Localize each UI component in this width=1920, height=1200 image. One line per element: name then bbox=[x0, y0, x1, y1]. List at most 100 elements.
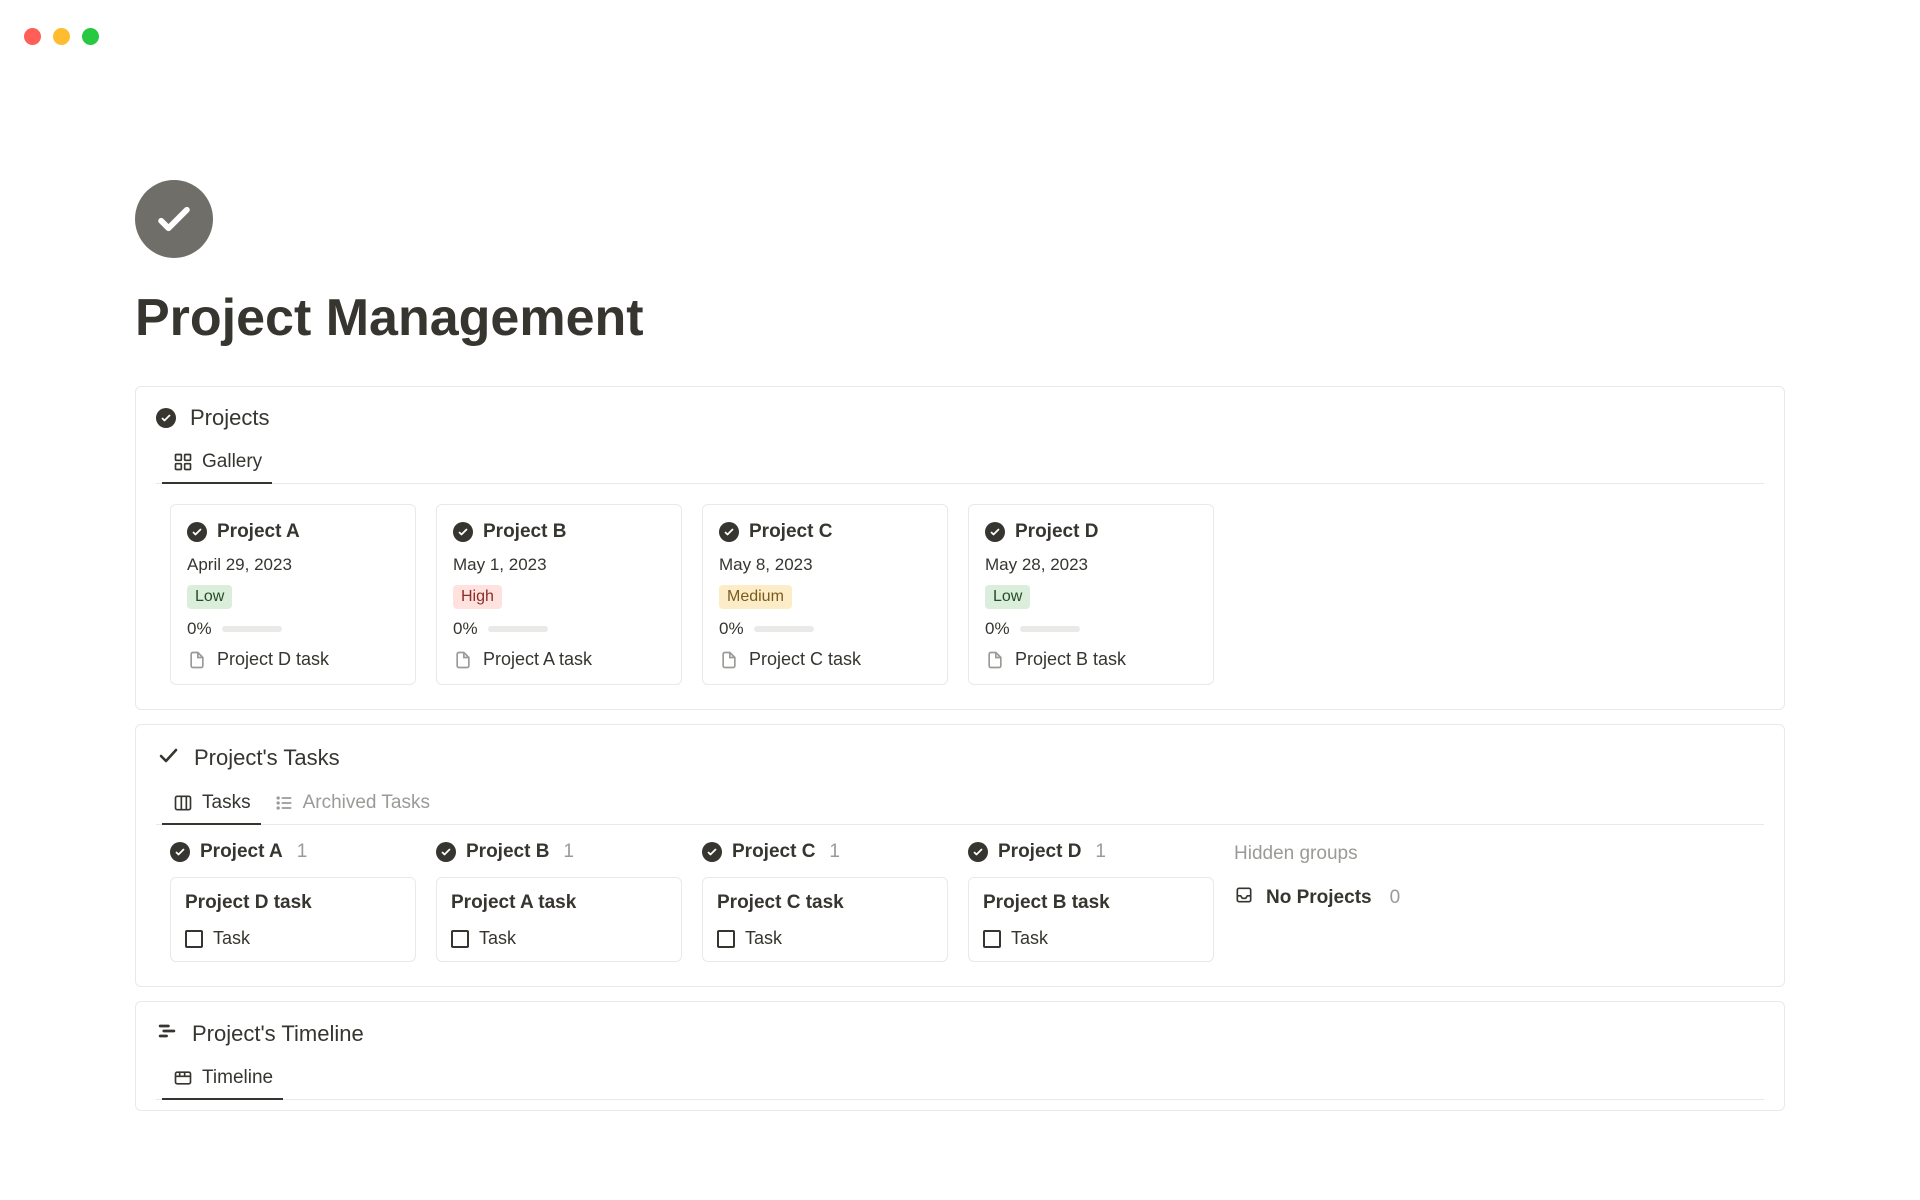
page-title[interactable]: Project Management bbox=[135, 288, 1785, 348]
check-badge-icon bbox=[170, 842, 190, 862]
column-header[interactable]: Project C1 bbox=[702, 841, 948, 863]
project-card[interactable]: Project D May 28, 2023 Low 0%Project B task bbox=[968, 504, 1214, 685]
column-title: Project A bbox=[200, 841, 283, 863]
column-count: 1 bbox=[297, 841, 308, 863]
projects-block-title[interactable]: Projects bbox=[190, 405, 269, 431]
linked-task-name: Project B task bbox=[1015, 649, 1126, 670]
column-count: 1 bbox=[829, 841, 840, 863]
linked-task-row[interactable]: Project D task bbox=[187, 649, 399, 670]
linked-task-name: Project A task bbox=[483, 649, 592, 670]
column-count: 1 bbox=[1095, 841, 1106, 863]
check-badge-icon bbox=[702, 842, 722, 862]
task-title: Project B task bbox=[983, 892, 1199, 914]
tab-archived-tasks[interactable]: Archived Tasks bbox=[271, 784, 432, 824]
column-count: 1 bbox=[563, 841, 574, 863]
priority-tag: High bbox=[453, 585, 502, 609]
tab-label: Gallery bbox=[202, 451, 262, 473]
document-icon bbox=[453, 650, 473, 670]
column-header[interactable]: Project D 1 bbox=[968, 841, 1214, 863]
checkbox-icon[interactable] bbox=[451, 930, 469, 948]
tab-label: Tasks bbox=[202, 792, 251, 814]
priority-tag: Medium bbox=[719, 585, 792, 609]
task-title: Project D task bbox=[185, 892, 401, 914]
timeline-view-icon bbox=[172, 1067, 194, 1089]
no-projects-label: No Projects bbox=[1266, 887, 1372, 909]
task-sub-label: Task bbox=[745, 928, 782, 949]
checkbox-icon[interactable] bbox=[185, 930, 203, 948]
task-sub-label: Task bbox=[1011, 928, 1048, 949]
priority-tag: Low bbox=[187, 585, 232, 609]
priority-tag: Low bbox=[985, 585, 1030, 609]
project-card[interactable]: Project C May 8, 2023 Medium 0% Project C ta… bbox=[702, 504, 948, 685]
maximize-window-dot[interactable] bbox=[82, 28, 99, 45]
tab-label: Archived Tasks bbox=[303, 792, 430, 814]
column-title: Project B bbox=[466, 841, 549, 863]
check-badge-icon bbox=[156, 408, 176, 428]
page-icon-check-badge[interactable] bbox=[135, 180, 213, 258]
tasks-block: Project's Tasks Tasks Archived Tasks Pro… bbox=[135, 724, 1785, 987]
project-card-date: April 29, 2023 bbox=[187, 555, 399, 575]
tab-timeline[interactable]: Timeline bbox=[170, 1059, 275, 1099]
project-card-date: May 8, 2023 bbox=[719, 555, 931, 575]
tasks-block-title[interactable]: Project's Tasks bbox=[194, 745, 340, 771]
task-card[interactable]: Project B task Task bbox=[968, 877, 1214, 962]
linked-task-row[interactable]: Project A task bbox=[453, 649, 665, 670]
linked-task-name: Project D task bbox=[217, 649, 329, 670]
task-sub-label: Task bbox=[479, 928, 516, 949]
progress-percent: 0% bbox=[985, 619, 1010, 639]
minimize-window-dot[interactable] bbox=[53, 28, 70, 45]
timeline-block: Project's Timeline Timeline bbox=[135, 1001, 1785, 1111]
checkbox-icon[interactable] bbox=[983, 930, 1001, 948]
board-column: Project B 1 Project A task Task bbox=[436, 841, 682, 962]
progress-percent: 0% bbox=[187, 619, 212, 639]
projects-block: Projects Gallery Project A April 29, 2023… bbox=[135, 386, 1785, 710]
timeline-block-title[interactable]: Project's Timeline bbox=[192, 1021, 364, 1047]
project-card[interactable]: Project A April 29, 2023 Low 0%Project D ta… bbox=[170, 504, 416, 685]
list-icon bbox=[273, 792, 295, 814]
task-title: Project A task bbox=[451, 892, 667, 914]
board-column: Project C1 Project C taskTask bbox=[702, 841, 948, 962]
no-projects-count: 0 bbox=[1390, 887, 1401, 909]
progress-percent: 0% bbox=[719, 619, 744, 639]
board-column: Project D 1 Project B task Task bbox=[968, 841, 1214, 962]
progress-bar bbox=[488, 626, 548, 632]
progress-bar bbox=[754, 626, 814, 632]
document-icon bbox=[719, 650, 739, 670]
column-header[interactable]: Project A 1 bbox=[170, 841, 416, 863]
checkbox-icon[interactable] bbox=[717, 930, 735, 948]
project-card-title: Project A bbox=[217, 521, 300, 543]
task-sub-label: Task bbox=[213, 928, 250, 949]
board-icon bbox=[172, 792, 194, 814]
check-badge-icon bbox=[985, 522, 1005, 542]
task-card[interactable]: Project C taskTask bbox=[702, 877, 948, 962]
hidden-groups-label: Hidden groups bbox=[1234, 843, 1414, 865]
project-card-date: May 1, 2023 bbox=[453, 555, 665, 575]
tab-tasks[interactable]: Tasks bbox=[170, 784, 253, 824]
close-window-dot[interactable] bbox=[24, 28, 41, 45]
linked-task-row[interactable]: Project C task bbox=[719, 649, 931, 670]
check-icon bbox=[156, 743, 180, 772]
inbox-icon bbox=[1234, 885, 1254, 911]
task-card[interactable]: Project D task Task bbox=[170, 877, 416, 962]
project-card-title: Project D bbox=[1015, 521, 1098, 543]
progress-percent: 0% bbox=[453, 619, 478, 639]
document-icon bbox=[985, 650, 1005, 670]
project-card-title: Project B bbox=[483, 521, 566, 543]
board-column: Project A 1 Project D task Task bbox=[170, 841, 416, 962]
check-badge-icon bbox=[187, 522, 207, 542]
project-card-title: Project C bbox=[749, 521, 832, 543]
project-card[interactable]: Project B May 1, 2023 High 0%Project A task bbox=[436, 504, 682, 685]
check-badge-icon bbox=[436, 842, 456, 862]
no-projects-row[interactable]: No Projects 0 bbox=[1234, 885, 1414, 911]
project-card-date: May 28, 2023 bbox=[985, 555, 1197, 575]
linked-task-row[interactable]: Project B task bbox=[985, 649, 1197, 670]
tab-gallery[interactable]: Gallery bbox=[170, 443, 264, 483]
check-badge-icon bbox=[968, 842, 988, 862]
task-card[interactable]: Project A task Task bbox=[436, 877, 682, 962]
timeline-icon bbox=[156, 1020, 178, 1047]
progress-bar bbox=[222, 626, 282, 632]
check-badge-icon bbox=[453, 522, 473, 542]
column-title: Project D bbox=[998, 841, 1081, 863]
check-badge-icon bbox=[719, 522, 739, 542]
column-header[interactable]: Project B 1 bbox=[436, 841, 682, 863]
